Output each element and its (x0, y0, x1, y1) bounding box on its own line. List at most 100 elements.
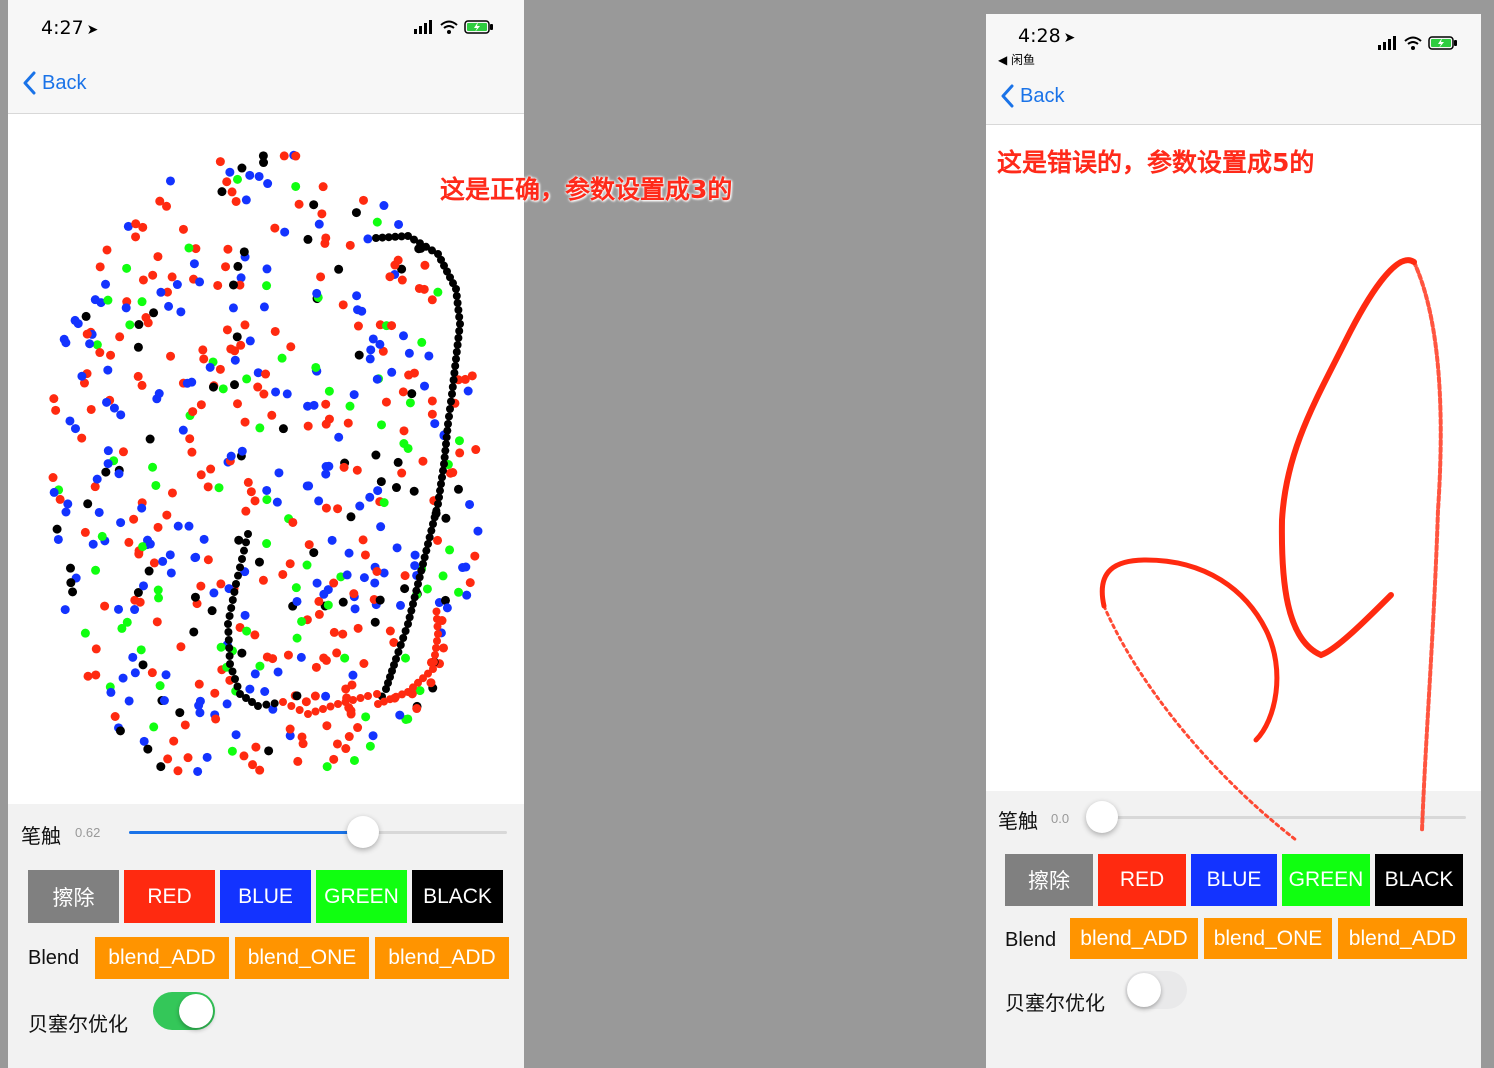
paint-dot (291, 151, 301, 161)
paint-dot (234, 535, 244, 545)
brush-slider-track[interactable] (1102, 816, 1466, 819)
red-stroke-dot (433, 615, 441, 623)
paint-dot (312, 578, 322, 588)
wifi-icon (440, 20, 458, 34)
black-stroke-dot (452, 355, 460, 363)
black-stroke-dot (455, 313, 464, 321)
paint-dot (115, 726, 125, 736)
paint-dot (138, 275, 148, 285)
brush-slider-track[interactable] (129, 831, 507, 834)
paint-dot (90, 295, 100, 305)
green-button[interactable]: GREEN (1282, 854, 1370, 906)
black-stroke-dot (434, 500, 442, 508)
red-button[interactable]: RED (1098, 854, 1186, 906)
paint-dot (309, 400, 319, 410)
paint-dot (209, 588, 219, 598)
paint-dot (338, 629, 348, 639)
paint-dot (227, 746, 237, 756)
paint-dot (409, 486, 419, 496)
black-button[interactable]: BLACK (412, 870, 503, 923)
blue-button[interactable]: BLUE (1191, 854, 1277, 906)
paint-dot (103, 365, 113, 375)
blend-add-button-2[interactable]: blend_ADD (375, 937, 509, 979)
brush-slider-thumb[interactable] (347, 816, 380, 848)
drawing-canvas[interactable] (8, 114, 524, 804)
blend-one-button[interactable]: blend_ONE (235, 937, 369, 979)
paint-dot (283, 650, 293, 660)
blend-add-button-1[interactable]: blend_ADD (1070, 918, 1198, 959)
erase-button[interactable]: 擦除 (1005, 854, 1093, 906)
blue-button[interactable]: BLUE (220, 870, 311, 923)
blend-label: Blend (1005, 929, 1057, 951)
paint-dot (454, 436, 464, 446)
red-stroke-dot (433, 637, 441, 645)
paint-dot (173, 766, 183, 776)
paint-dot (153, 585, 163, 595)
paint-dot (376, 477, 386, 487)
paint-dot (217, 187, 227, 197)
paint-dot (387, 367, 397, 377)
paint-dot (400, 571, 410, 581)
paint-dot (332, 739, 342, 749)
paint-dot (397, 275, 407, 285)
brush-slider-thumb[interactable] (1086, 801, 1118, 833)
paint-dot (448, 468, 458, 478)
bezier-toggle[interactable] (153, 992, 215, 1030)
paint-dot (348, 670, 358, 680)
paint-dot (246, 487, 256, 497)
paint-dot (303, 421, 313, 431)
paint-dot (427, 295, 437, 305)
paint-dot (373, 486, 383, 496)
paint-dot (153, 522, 163, 532)
paint-dot (131, 219, 141, 229)
paint-dot (372, 217, 382, 227)
paint-dot (285, 559, 295, 569)
paint-dot (311, 362, 321, 372)
paint-dot (339, 462, 349, 472)
erase-button[interactable]: 擦除 (28, 870, 119, 923)
brush-label: 笔触 (21, 824, 61, 848)
paint-dot (182, 378, 192, 388)
paint-dot (261, 369, 271, 379)
paint-dot (213, 280, 223, 290)
paint-dot (385, 272, 395, 282)
paint-dot (327, 535, 337, 545)
status-time: 4:27 ➤ (41, 17, 99, 39)
black-button[interactable]: BLACK (1375, 854, 1463, 906)
paint-dot (65, 563, 75, 573)
paint-dot (463, 386, 473, 396)
return-to-app-link[interactable]: ◀ 闲鱼 (998, 51, 1035, 68)
paint-dot (163, 754, 173, 764)
paint-dot (250, 630, 260, 640)
paint-dot (343, 418, 353, 428)
paint-dot (130, 605, 140, 615)
bezier-toggle[interactable] (1125, 971, 1187, 1009)
paint-dot (102, 397, 112, 407)
blend-one-button[interactable]: blend_ONE (1204, 918, 1332, 959)
paint-dot (352, 291, 362, 301)
black-stroke-dot (445, 412, 453, 421)
back-button[interactable]: Back (22, 71, 86, 95)
drawing-canvas[interactable] (986, 125, 1481, 791)
black-stroke-dot (225, 612, 234, 620)
paint-dot (61, 507, 71, 517)
paint-dot (405, 398, 415, 408)
black-stroke-dot (454, 334, 463, 342)
paint-dot (97, 531, 107, 541)
green-button[interactable]: GREEN (316, 870, 407, 923)
back-button[interactable]: Back (1000, 84, 1064, 108)
bezier-label: 贝塞尔优化 (1005, 991, 1105, 1015)
blend-add-button-2[interactable]: blend_ADD (1338, 918, 1467, 959)
paint-dot (218, 384, 228, 394)
paint-dot (101, 279, 111, 289)
paint-dot (141, 313, 151, 323)
black-stroke-dot (409, 600, 417, 608)
red-stroke-dot (364, 692, 372, 700)
paint-dot (353, 321, 363, 331)
paint-dot (166, 351, 176, 361)
blend-add-button-1[interactable]: blend_ADD (95, 937, 229, 979)
paint-dot (85, 339, 95, 349)
paint-dot (344, 732, 354, 742)
paint-dot (147, 668, 157, 678)
red-button[interactable]: RED (124, 870, 215, 923)
